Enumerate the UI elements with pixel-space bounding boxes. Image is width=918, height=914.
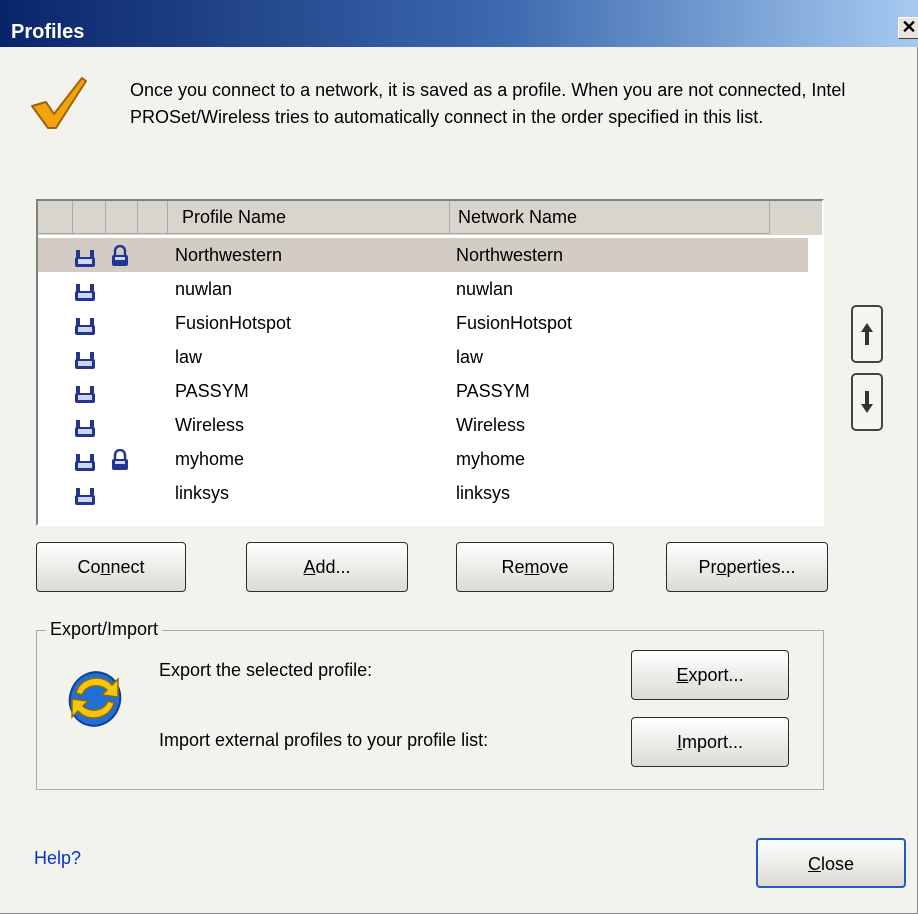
network-icon [74, 484, 96, 518]
intro-text: Once you connect to a network, it is sav… [130, 80, 846, 127]
properties-button[interactable]: Properties... [666, 542, 828, 592]
network-name-cell: Wireless [456, 415, 526, 435]
profile-name-cell: Wireless [175, 415, 245, 435]
table-row[interactable]: nuwlan nuwlan [38, 272, 808, 306]
header-icon-col-2[interactable] [73, 201, 106, 234]
header-icon-col-1[interactable] [38, 201, 73, 234]
help-link[interactable]: Help? [34, 848, 81, 869]
title-bar: Profiles ✕ [0, 0, 918, 47]
close-button[interactable]: Close [756, 838, 906, 888]
table-row[interactable]: myhome myhome [38, 442, 808, 476]
add-button[interactable]: Add... [246, 542, 408, 592]
header-icon-col-4[interactable] [138, 201, 168, 234]
profile-name-cell: nuwlan [175, 279, 233, 299]
network-name-cell: Northwestern [456, 245, 564, 265]
move-down-button[interactable] [851, 373, 883, 431]
network-name-cell: myhome [456, 449, 526, 469]
network-name-cell: law [456, 347, 484, 367]
header-icon-col-3[interactable] [106, 201, 138, 234]
table-row[interactable]: linksys linksys [38, 476, 808, 510]
table-row[interactable]: Northwestern Northwestern [38, 238, 808, 272]
checkmark-icon [31, 77, 87, 129]
move-up-button[interactable] [851, 305, 883, 363]
export-text: Export the selected profile: [159, 660, 373, 680]
window-title: Profiles [11, 21, 85, 43]
network-name-cell: FusionHotspot [456, 313, 573, 333]
network-name-cell: nuwlan [456, 279, 514, 299]
profile-list[interactable]: Profile Name Network Name Northwestern No… [36, 199, 824, 526]
sync-icon [68, 671, 122, 727]
profile-name-cell: Northwestern [175, 245, 283, 265]
list-header: Profile Name Network Name [38, 201, 822, 235]
header-profile-name[interactable]: Profile Name [168, 201, 450, 234]
profile-name-cell: law [175, 347, 203, 367]
network-name-cell: linksys [456, 483, 511, 503]
table-row[interactable]: Wireless Wireless [38, 408, 808, 442]
close-window-button[interactable]: ✕ [898, 17, 918, 39]
arrow-down-icon [861, 391, 873, 413]
connect-button[interactable]: Connect [36, 542, 186, 592]
table-row[interactable]: PASSYM PASSYM [38, 374, 808, 408]
import-text: Import external profiles to your profile… [159, 730, 489, 750]
table-row[interactable]: law law [38, 340, 808, 374]
network-name-cell: PASSYM [456, 381, 530, 401]
profile-name-cell: PASSYM [175, 381, 249, 401]
table-row[interactable]: FusionHotspot FusionHotspot [38, 306, 808, 340]
remove-button[interactable]: Remove [456, 542, 614, 592]
export-button[interactable]: Export... [631, 650, 789, 700]
header-network-name[interactable]: Network Name [450, 201, 770, 234]
profiles-dialog: Profiles ✕ Once you connect to a network… [0, 0, 918, 914]
import-button[interactable]: Import... [631, 717, 789, 767]
export-import-label: Export/Import [46, 619, 163, 640]
profile-name-cell: linksys [175, 483, 230, 503]
arrow-up-icon [861, 323, 873, 345]
profile-name-cell: myhome [175, 449, 245, 469]
profile-name-cell: FusionHotspot [175, 313, 292, 333]
